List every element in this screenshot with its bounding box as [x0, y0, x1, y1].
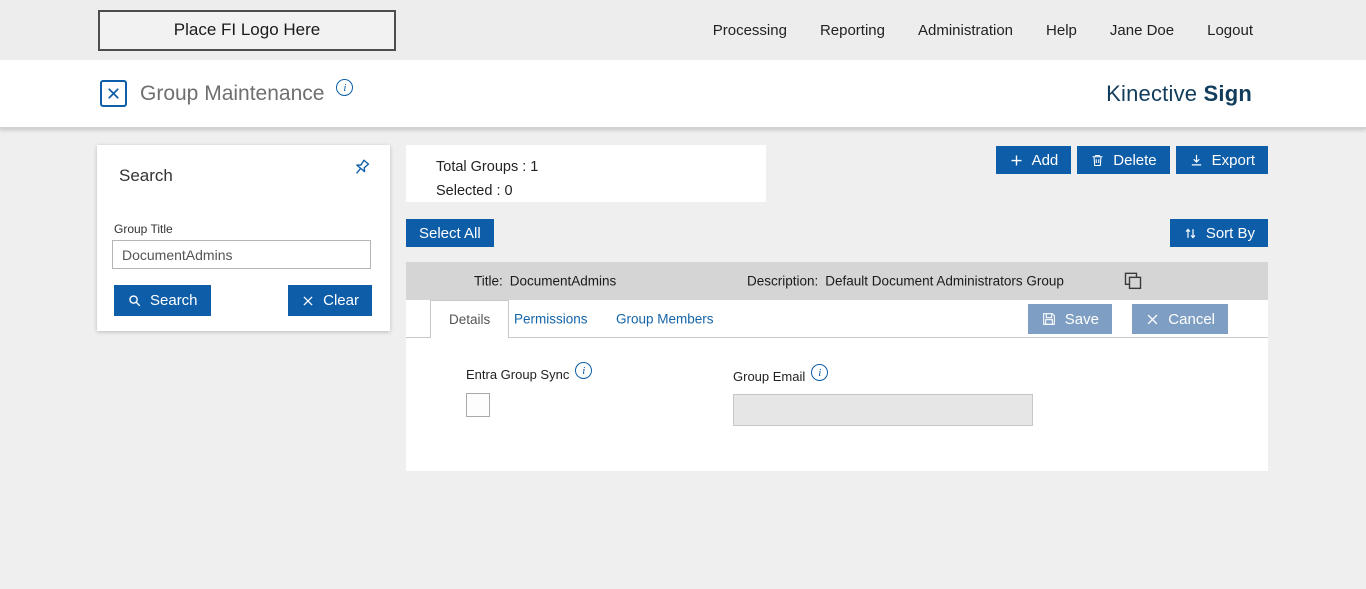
fi-logo-placeholder: Place FI Logo Here — [98, 9, 396, 51]
tab-permissions[interactable]: Permissions — [514, 311, 588, 326]
delete-button[interactable]: Delete — [1077, 146, 1170, 174]
cancel-button[interactable]: Cancel — [1132, 304, 1228, 334]
entra-group-sync-checkbox[interactable] — [466, 393, 490, 417]
pin-icon[interactable] — [350, 157, 372, 184]
select-all-label: Select All — [419, 224, 481, 242]
brand-logo: Kinective Sign — [1106, 81, 1366, 107]
group-email-input — [733, 394, 1033, 426]
nav-processing[interactable]: Processing — [713, 22, 787, 39]
cancel-button-label: Cancel — [1168, 310, 1215, 328]
save-button[interactable]: Save — [1027, 304, 1112, 334]
total-groups-count: Total Groups : 1 — [436, 159, 539, 175]
tab-details[interactable]: Details — [430, 300, 510, 338]
clear-button[interactable]: Clear — [288, 285, 372, 316]
group-detail-panel: Details Permissions Group Members Save C… — [406, 300, 1268, 471]
search-icon — [129, 295, 141, 307]
brand-name: Kinective — [1106, 80, 1198, 106]
page-title-info-icon[interactable]: i — [336, 79, 354, 96]
search-panel: Search Group Title Search Clear — [97, 145, 390, 331]
sort-arrows-icon — [1185, 228, 1196, 238]
export-button[interactable]: Export — [1175, 146, 1268, 174]
group-row[interactable]: Title: DocumentAdmins Description: Default… — [406, 262, 1268, 300]
copy-button[interactable] — [1121, 269, 1145, 296]
brand-product: Sign — [1203, 80, 1252, 106]
sort-by-button[interactable]: Sort By — [1169, 219, 1268, 247]
entra-group-sync-field: Entra Group Sync i — [466, 362, 593, 384]
group-row-title: Title: DocumentAdmins — [474, 274, 616, 289]
details-tab-content: Entra Group Sync i Group Email i — [406, 338, 1268, 470]
top-bar: Place FI Logo Here Processing Reporting … — [0, 0, 1366, 60]
nav-reporting[interactable]: Reporting — [820, 22, 885, 39]
group-title-key: Title: — [474, 273, 503, 289]
stats-box: Total Groups : 1 Selected : 0 — [406, 145, 766, 202]
delete-button-label: Delete — [1113, 151, 1157, 169]
save-floppy-icon — [1042, 313, 1055, 325]
download-icon — [1191, 154, 1201, 165]
add-button-label: Add — [1031, 151, 1059, 169]
trash-icon — [1092, 154, 1103, 166]
group-actions: Add Delete Export — [995, 146, 1268, 174]
nav-administration[interactable]: Administration — [918, 22, 1013, 39]
search-button-label: Search — [150, 292, 198, 309]
group-description-value: Default Document Administrators Group — [825, 273, 1064, 289]
entra-group-sync-label: Entra Group Sync — [466, 367, 570, 382]
main-content: Search Group Title Search Clear Tot — [0, 129, 1366, 589]
group-email-info-icon[interactable]: i — [811, 364, 829, 381]
cancel-x-icon — [1147, 314, 1158, 324]
search-panel-title: Search — [119, 166, 173, 185]
tab-group-members[interactable]: Group Members — [616, 311, 714, 326]
sort-by-label: Sort By — [1205, 224, 1255, 242]
top-navigation: Processing Reporting Administration Help… — [713, 22, 1366, 39]
group-email-field: Group Email i — [733, 364, 829, 386]
plus-icon — [1011, 155, 1022, 165]
group-maintenance-icon — [100, 80, 127, 107]
search-button[interactable]: Search — [114, 285, 211, 316]
tab-bar: Details Permissions Group Members Save C… — [406, 300, 1268, 338]
group-title-value: DocumentAdmins — [509, 273, 617, 289]
group-title-input[interactable] — [112, 240, 371, 269]
export-button-label: Export — [1211, 151, 1255, 169]
selected-count: Selected : 0 — [436, 183, 513, 199]
nav-help[interactable]: Help — [1046, 22, 1077, 39]
nav-user[interactable]: Jane Doe — [1110, 22, 1174, 39]
group-description-key: Description: — [747, 273, 819, 289]
select-all-button[interactable]: Select All — [406, 219, 494, 247]
add-button[interactable]: Add — [995, 146, 1072, 174]
nav-logout[interactable]: Logout — [1207, 22, 1253, 39]
copy-icon — [1124, 272, 1142, 290]
group-email-label: Group Email — [733, 369, 806, 384]
save-button-label: Save — [1064, 310, 1099, 328]
page-header: Group Maintenance i Kinective Sign — [0, 60, 1366, 129]
fi-logo-text: Place FI Logo Here — [173, 20, 321, 39]
clear-button-label: Clear — [323, 292, 359, 309]
entra-group-sync-info-icon[interactable]: i — [575, 362, 593, 379]
page-title: Group Maintenance — [140, 81, 325, 105]
group-title-label: Group Title — [114, 222, 173, 236]
clear-x-icon — [303, 295, 313, 306]
group-row-description: Description: Default Document Administrat… — [747, 274, 1064, 289]
